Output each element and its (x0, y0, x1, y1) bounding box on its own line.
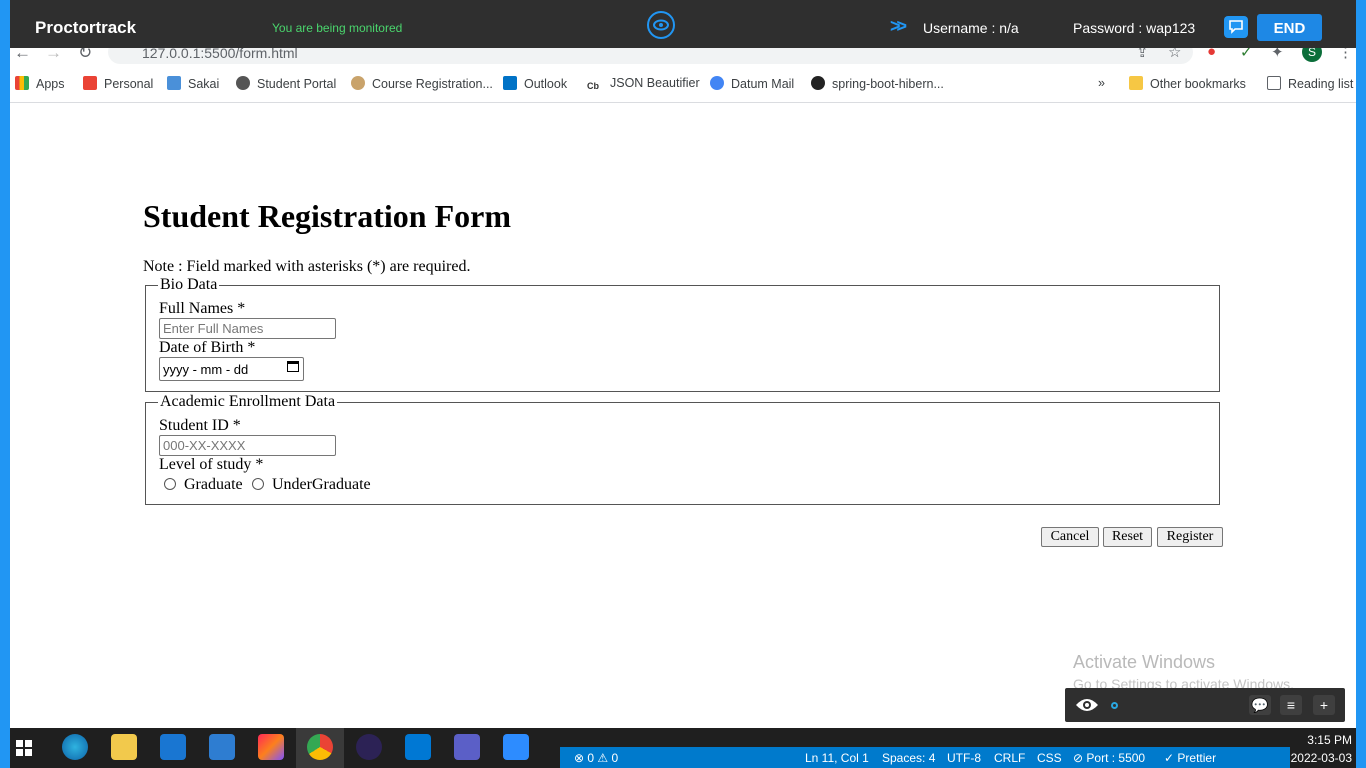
course-icon (351, 76, 365, 90)
bookmark-json-beautifier[interactable]: Cb JSON Beautifier (587, 76, 700, 95)
dob-label: Date of Birth * (159, 339, 256, 356)
bookmark-label: spring-boot-hibern... (832, 77, 944, 91)
undergraduate-label[interactable]: UnderGraduate (272, 476, 371, 494)
problems-indicator[interactable]: ⊗ 0 ⚠ 0 (574, 751, 618, 765)
live-server-port[interactable]: ⊘ Port : 5500 (1073, 751, 1145, 765)
level-of-study-label: Level of study * (159, 456, 264, 473)
full-names-input[interactable]: Enter Full Names (159, 318, 336, 339)
student-id-label: Student ID * (159, 417, 241, 434)
google-icon (710, 76, 724, 90)
bookmark-personal[interactable]: Personal (83, 76, 153, 91)
radio-undergraduate[interactable] (252, 478, 264, 490)
intellij-icon[interactable] (258, 734, 284, 760)
outlook-icon (503, 76, 517, 90)
reset-button[interactable]: Reset (1103, 527, 1152, 547)
cancel-button[interactable]: Cancel (1041, 527, 1099, 547)
bookmark-label: Course Registration... (372, 77, 493, 91)
folder-icon (1129, 76, 1143, 90)
system-clock[interactable]: 3:15 PM 2022-03-03 (1291, 731, 1352, 767)
mail-icon[interactable] (160, 734, 186, 760)
line-ending[interactable]: CRLF (994, 751, 1025, 765)
reading-list[interactable]: Reading list (1267, 76, 1353, 91)
edge-icon[interactable] (62, 734, 88, 760)
gmail-icon (83, 76, 97, 90)
monitoring-status: You are being monitored (272, 21, 403, 35)
graduate-label[interactable]: Graduate (184, 476, 243, 494)
proctortrack-mini-widget: 💬 ≡ + (1065, 688, 1345, 722)
file-explorer-icon[interactable] (111, 734, 137, 760)
clock-date: 2022-03-03 (1290, 751, 1352, 765)
activate-windows-title: Activate Windows (1073, 652, 1216, 672)
apps-grid-icon (15, 76, 29, 90)
vscode-icon[interactable] (405, 734, 431, 760)
github-icon (811, 76, 825, 90)
store-icon[interactable] (209, 734, 235, 760)
password-display: Password : wap123 (1073, 20, 1196, 36)
vscode-status-bar: ⊗ 0 ⚠ 0 Ln 11, Col 1 Spaces: 4 UTF-8 CRL… (560, 747, 1290, 768)
bookmark-label: Sakai (188, 77, 220, 91)
bookmark-label: Apps (36, 77, 65, 91)
bookmark-label: Outlook (524, 77, 568, 91)
indentation[interactable]: Spaces: 4 (882, 751, 935, 765)
calendar-icon[interactable] (287, 361, 299, 372)
bookmark-label: Other bookmarks (1150, 77, 1246, 91)
page-title: Student Registration Form (143, 198, 511, 234)
chrome-icon[interactable] (307, 734, 333, 760)
bookmark-spring-boot[interactable]: spring-boot-hibern... (811, 76, 944, 91)
eye-icon (647, 11, 675, 39)
bookmark-datum-mail[interactable]: Datum Mail (710, 76, 794, 91)
bookmark-label: Personal (104, 77, 154, 91)
plus-icon[interactable]: + (1313, 695, 1335, 715)
bookmark-course-registration[interactable]: Course Registration... (351, 76, 493, 91)
sakai-icon (167, 76, 181, 90)
bio-data-legend: Bio Data (158, 276, 220, 294)
bookmark-label: Datum Mail (731, 77, 795, 91)
academic-legend: Academic Enrollment Data (158, 393, 338, 411)
clock-time: 3:15 PM (1307, 733, 1352, 747)
bookmark-label: Student Portal (257, 77, 337, 91)
full-names-label: Full Names * (159, 300, 246, 317)
dob-value: yyyy - mm - dd (163, 362, 249, 377)
proctortrack-brand: Proctortrack (35, 18, 137, 37)
chat-icon[interactable] (1224, 16, 1248, 38)
bookmark-other[interactable]: Other bookmarks (1129, 76, 1246, 91)
bookmark-student-portal[interactable]: Student Portal (236, 76, 336, 91)
teams-icon[interactable] (454, 734, 480, 760)
bookmark-sakai[interactable]: Sakai (167, 76, 219, 91)
windows-start-icon[interactable] (16, 740, 32, 756)
cursor-position[interactable]: Ln 11, Col 1 (805, 751, 869, 765)
bookmark-outlook[interactable]: Outlook (503, 76, 567, 91)
radio-graduate[interactable] (164, 478, 176, 490)
reading-list-label: Reading list (1288, 77, 1354, 91)
dob-input[interactable]: yyyy - mm - dd (159, 357, 304, 381)
end-session-button[interactable]: END (1257, 14, 1322, 41)
menu-icon[interactable]: ≡ (1280, 695, 1302, 715)
eye-icon[interactable] (1075, 697, 1099, 718)
username-display: Username : n/a (923, 20, 1019, 36)
zoom-icon[interactable] (503, 734, 529, 760)
required-note: Note : Field marked with asterisks (*) a… (143, 258, 471, 275)
bookmark-label: JSON Beautifier (610, 76, 700, 90)
encoding[interactable]: UTF-8 (947, 751, 981, 765)
student-id-input[interactable]: 000-XX-XXXX (159, 435, 336, 456)
double-chevron-icon[interactable]: >> (890, 16, 907, 37)
prettier-status[interactable]: ✓ Prettier (1164, 751, 1216, 765)
chat-icon[interactable]: 💬 (1249, 695, 1271, 715)
globe-icon (236, 76, 250, 90)
reading-list-icon (1267, 76, 1281, 90)
cb-icon: Cb (587, 81, 603, 95)
recording-dot-icon (1111, 702, 1118, 709)
proctortrack-bar: Proctortrack You are being monitored >> … (0, 0, 1366, 48)
bookmark-apps[interactable]: Apps (15, 76, 65, 91)
bookmarks-overflow-button[interactable]: » (1098, 76, 1105, 90)
register-button[interactable]: Register (1157, 527, 1223, 547)
eclipse-icon[interactable] (356, 734, 382, 760)
language-mode[interactable]: CSS (1037, 751, 1062, 765)
